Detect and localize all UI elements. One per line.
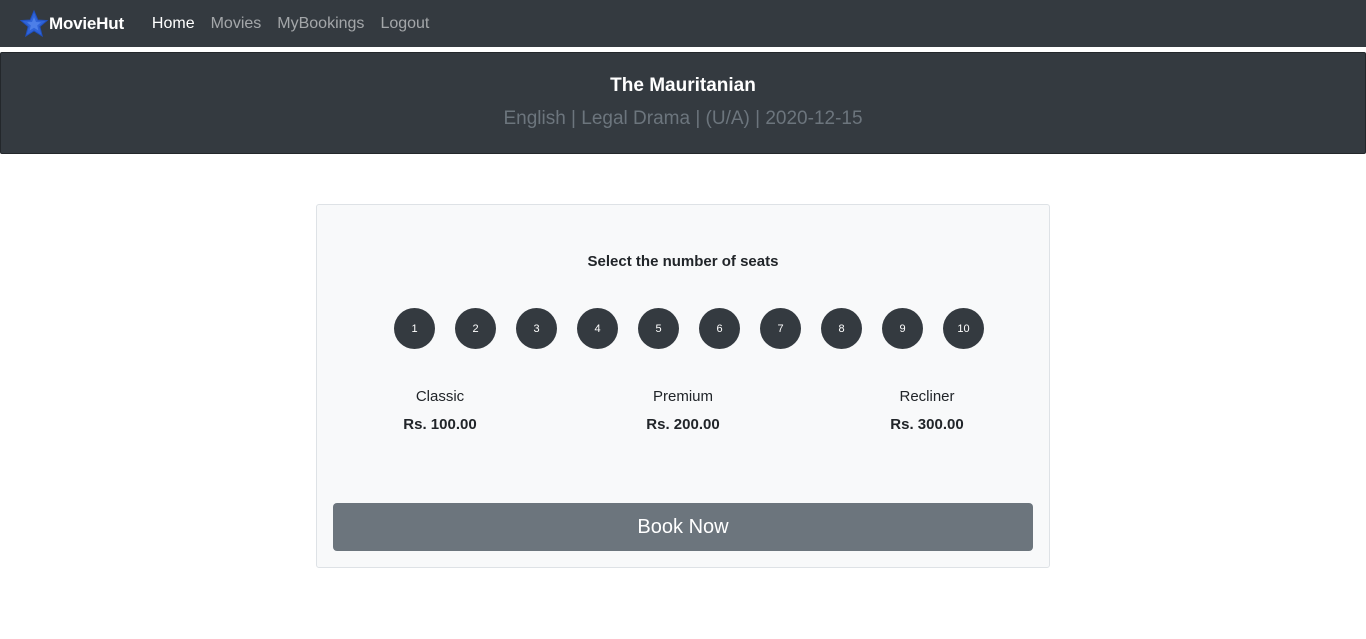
seat-count-5-button[interactable]: 5: [638, 308, 679, 349]
nav-logout-link[interactable]: Logout: [380, 15, 429, 33]
nav-mybookings-link[interactable]: MyBookings: [277, 15, 364, 33]
tier-price: Rs. 200.00: [646, 416, 720, 433]
seat-count-6-button[interactable]: 6: [699, 308, 740, 349]
seat-count-1-button[interactable]: 1: [394, 308, 435, 349]
tier-name: Recliner: [899, 388, 955, 405]
seat-count-9-button[interactable]: 9: [882, 308, 923, 349]
nav-links: Home Movies MyBookings Logout: [152, 15, 445, 33]
brand-name: MovieHut: [49, 13, 124, 33]
tier-name: Premium: [652, 388, 713, 405]
seat-count-4-button[interactable]: 4: [577, 308, 618, 349]
movie-header: The Mauritanian English | Legal Drama | …: [0, 52, 1366, 154]
book-now-button[interactable]: Book Now: [333, 503, 1033, 551]
seat-count-3-button[interactable]: 3: [516, 308, 557, 349]
tier-price: Rs. 300.00: [890, 416, 964, 433]
tier-premium: Premium Rs. 200.00: [593, 388, 773, 433]
seat-count-7-button[interactable]: 7: [760, 308, 801, 349]
seat-count-10-button[interactable]: 10: [943, 308, 984, 349]
seat-selection-card: Select the number of seats 1 2 3 4 5 6 7…: [316, 204, 1050, 568]
star-logo-icon: [19, 9, 49, 39]
brand-link[interactable]: MovieHut: [19, 9, 124, 39]
tier-classic: Classic Rs. 100.00: [350, 388, 530, 433]
nav-movies-link[interactable]: Movies: [211, 15, 262, 33]
tier-recliner: Recliner Rs. 300.00: [837, 388, 1017, 433]
seats-heading: Select the number of seats: [587, 253, 779, 270]
seat-count-options: 1 2 3 4 5 6 7 8 9 10: [394, 308, 984, 349]
movie-meta: English | Legal Drama | (U/A) | 2020-12-…: [503, 108, 863, 129]
seat-count-8-button[interactable]: 8: [821, 308, 862, 349]
tier-name: Classic: [415, 388, 465, 405]
nav-home-link[interactable]: Home: [152, 15, 195, 33]
navbar: MovieHut Home Movies MyBookings Logout: [0, 0, 1366, 47]
movie-title: The Mauritanian: [610, 75, 756, 96]
tier-price: Rs. 100.00: [403, 416, 477, 433]
seat-count-2-button[interactable]: 2: [455, 308, 496, 349]
